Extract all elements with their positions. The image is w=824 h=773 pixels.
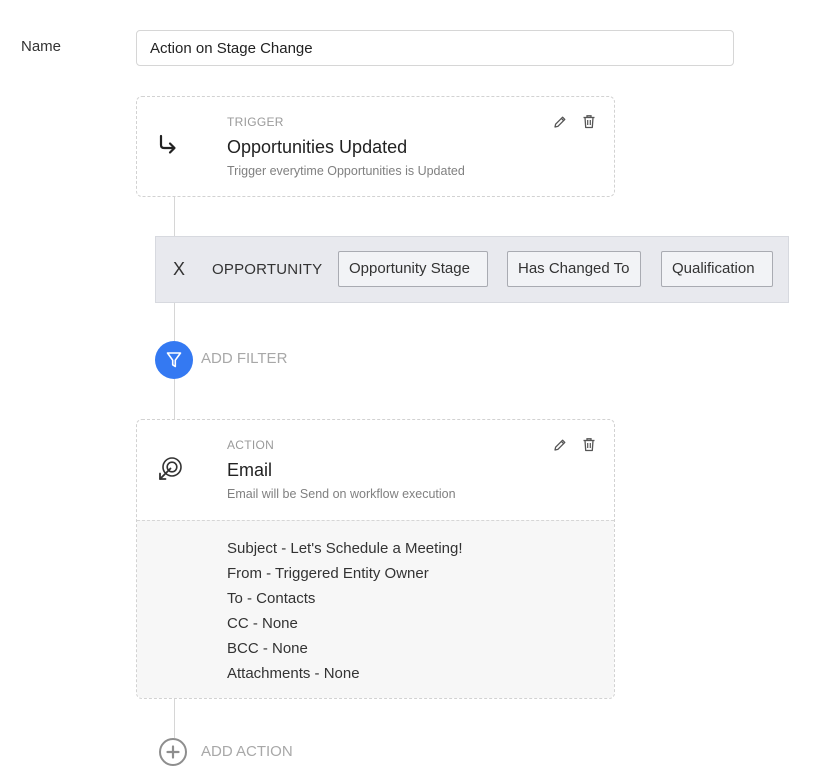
filter-operator-chip[interactable]: Has Changed To <box>507 251 641 287</box>
connector-line <box>174 303 175 341</box>
remove-filter-button[interactable]: X <box>173 259 185 280</box>
connector-line <box>174 699 175 738</box>
detail-subject: Subject - Let's Schedule a Meeting! <box>227 540 463 557</box>
action-card[interactable]: ACTION Email Email will be Send on workf… <box>136 419 615 699</box>
trash-icon[interactable] <box>582 114 596 134</box>
action-kicker: ACTION <box>227 438 275 452</box>
edit-icon[interactable] <box>553 115 567 134</box>
detail-to: To - Contacts <box>227 590 316 607</box>
name-input[interactable] <box>136 30 734 66</box>
trash-icon[interactable] <box>582 437 596 457</box>
action-subtitle: Email will be Send on workflow execution <box>227 487 456 501</box>
plus-circle-icon <box>166 745 180 759</box>
detail-attachments: Attachments - None <box>227 665 360 682</box>
detail-bcc: BCC - None <box>227 640 308 657</box>
add-action-button[interactable] <box>159 738 187 766</box>
add-filter-label[interactable]: ADD FILTER <box>201 350 287 367</box>
trigger-card[interactable]: TRIGGER Opportunities Updated Trigger ev… <box>136 96 615 197</box>
connector-line <box>174 197 175 236</box>
filter-entity: OPPORTUNITY <box>212 261 323 278</box>
name-label: Name <box>21 38 62 55</box>
trigger-kicker: TRIGGER <box>227 115 284 129</box>
detail-from: From - Triggered Entity Owner <box>227 565 429 582</box>
trigger-subtitle: Trigger everytime Opportunities is Updat… <box>227 164 465 178</box>
action-details-panel: Subject - Let's Schedule a Meeting! From… <box>137 520 614 698</box>
add-action-label[interactable]: ADD ACTION <box>201 743 293 760</box>
trigger-title: Opportunities Updated <box>227 137 408 157</box>
target-arrow-icon <box>157 456 183 487</box>
filter-value-chip[interactable]: Qualification <box>661 251 773 287</box>
edit-icon[interactable] <box>553 438 567 457</box>
connector-line <box>174 379 175 419</box>
add-filter-button[interactable] <box>155 341 193 379</box>
action-title: Email <box>227 460 273 480</box>
filter-field-chip[interactable]: Opportunity Stage <box>338 251 488 287</box>
funnel-icon <box>166 351 182 369</box>
arrow-turn-right-icon <box>157 133 179 162</box>
filter-condition-bar: X OPPORTUNITY Opportunity Stage Has Chan… <box>155 236 789 303</box>
detail-cc: CC - None <box>227 615 298 632</box>
